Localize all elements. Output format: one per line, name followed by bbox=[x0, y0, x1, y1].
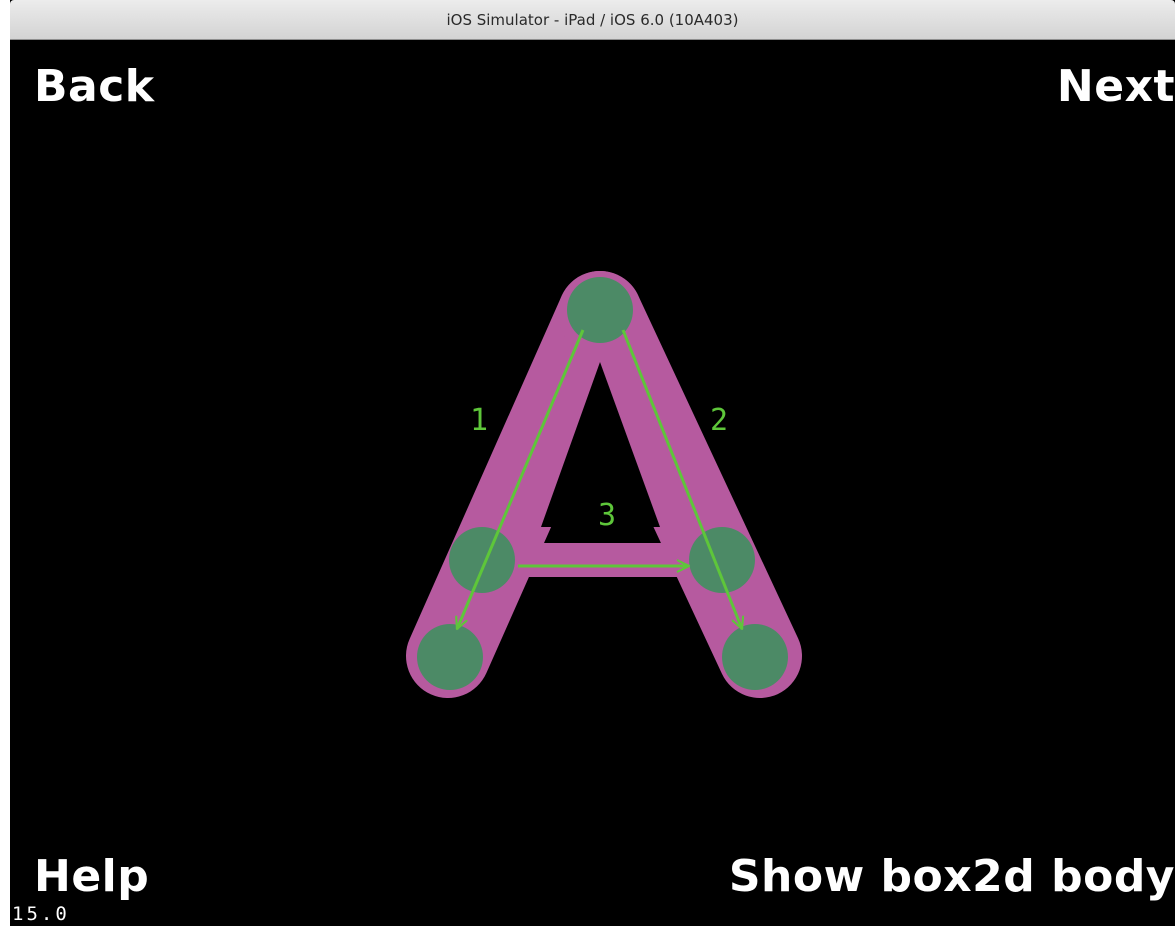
tracing-point-mid-left bbox=[449, 527, 515, 593]
game-screen[interactable]: 1 2 3 Back Next Help Show box2d body 15.… bbox=[10, 40, 1175, 926]
tracing-point-mid-right bbox=[689, 527, 755, 593]
back-button[interactable]: Back bbox=[34, 62, 155, 112]
window-title: iOS Simulator - iPad / iOS 6.0 (10A403) bbox=[446, 11, 739, 29]
stroke-number-1: 1 bbox=[470, 403, 488, 438]
title-bar[interactable]: iOS Simulator - iPad / iOS 6.0 (10A403) bbox=[10, 0, 1175, 40]
tracing-point-bottom-right bbox=[722, 624, 788, 690]
simulator-window: iOS Simulator - iPad / iOS 6.0 (10A403) bbox=[10, 0, 1175, 926]
letter-tracing-canvas[interactable]: 1 2 3 bbox=[10, 40, 1175, 926]
tracing-point-bottom-left bbox=[417, 624, 483, 690]
help-button[interactable]: Help bbox=[34, 852, 149, 902]
next-button[interactable]: Next bbox=[1057, 62, 1175, 112]
show-box2d-body-button[interactable]: Show box2d body bbox=[729, 852, 1175, 902]
stroke-number-3: 3 bbox=[598, 498, 616, 533]
fps-counter: 15.0 bbox=[12, 903, 70, 925]
letter-a-shape bbox=[406, 271, 802, 698]
stroke-number-2: 2 bbox=[710, 403, 728, 438]
